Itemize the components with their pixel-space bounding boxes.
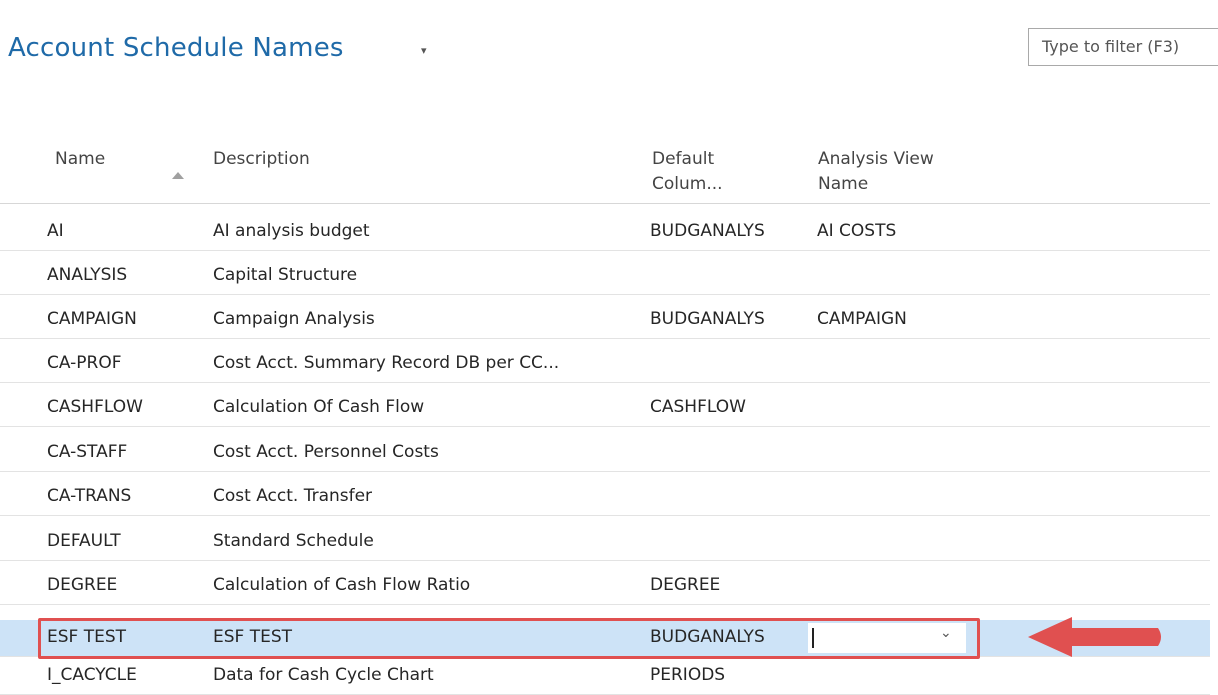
column-header-analysis-view-line1: Analysis View <box>818 149 934 169</box>
cell-description[interactable]: Calculation Of Cash Flow <box>213 397 633 417</box>
cell-default-column[interactable]: DEGREE <box>650 575 808 595</box>
cell-analysis-view[interactable]: AI COSTS <box>817 221 977 241</box>
cell-name[interactable]: ANALYSIS <box>47 265 197 285</box>
column-header-analysis-view-line2: Name <box>818 174 869 194</box>
title-dropdown-icon[interactable]: ▾ <box>421 44 427 57</box>
table-row[interactable]: CA-PROF Cost Acct. Summary Record DB per… <box>0 346 1210 383</box>
cell-default-column[interactable]: BUDGANALYS <box>650 309 808 329</box>
annotation-highlight-box <box>38 618 980 659</box>
table-row[interactable]: CA-TRANS Cost Acct. Transfer <box>0 479 1210 516</box>
filter-input[interactable]: Type to filter (F3) <box>1028 28 1218 66</box>
cell-description[interactable]: AI analysis budget <box>213 221 633 241</box>
cell-name[interactable]: CA-TRANS <box>47 486 197 506</box>
cell-name[interactable]: DEGREE <box>47 575 197 595</box>
cell-default-column[interactable]: BUDGANALYS <box>650 221 808 241</box>
column-header-default-column[interactable]: Default Colum... <box>652 147 723 197</box>
column-header-analysis-view-name[interactable]: Analysis View Name <box>818 147 934 197</box>
column-header-default-column-line1: Default <box>652 149 715 169</box>
cell-analysis-view[interactable]: CAMPAIGN <box>817 309 977 329</box>
cell-name[interactable]: CASHFLOW <box>47 397 197 417</box>
table-row[interactable]: CAMPAIGN Campaign Analysis BUDGANALYS CA… <box>0 302 1210 339</box>
cell-description[interactable]: Cost Acct. Transfer <box>213 486 633 506</box>
cell-description[interactable]: Capital Structure <box>213 265 633 285</box>
table-row[interactable]: AI AI analysis budget BUDGANALYS AI COST… <box>0 214 1210 251</box>
table-row[interactable]: CASHFLOW Calculation Of Cash Flow CASHFL… <box>0 390 1210 427</box>
cell-name[interactable]: AI <box>47 221 197 241</box>
cell-name[interactable]: CA-STAFF <box>47 442 197 462</box>
cell-description[interactable]: Campaign Analysis <box>213 309 633 329</box>
page-title: Account Schedule Names <box>8 33 344 63</box>
column-header-name[interactable]: Name <box>55 147 105 172</box>
cell-name[interactable]: DEFAULT <box>47 531 197 551</box>
header-divider <box>0 203 1210 204</box>
cell-name[interactable]: CA-PROF <box>47 353 197 373</box>
cell-name[interactable]: I_CACYCLE <box>47 665 197 685</box>
table-row[interactable]: ANALYSIS Capital Structure <box>0 258 1210 295</box>
column-header-description[interactable]: Description <box>213 147 310 172</box>
cell-description[interactable]: Standard Schedule <box>213 531 633 551</box>
table-row[interactable]: DEFAULT Standard Schedule <box>0 524 1210 561</box>
table-row[interactable]: I_CACYCLE Data for Cash Cycle Chart PERI… <box>0 658 1210 695</box>
cell-description[interactable]: Data for Cash Cycle Chart <box>213 665 633 685</box>
cell-description[interactable]: Cost Acct. Personnel Costs <box>213 442 633 462</box>
column-header-default-column-line2: Colum... <box>652 174 723 194</box>
cell-description[interactable]: Cost Acct. Summary Record DB per CC... <box>213 353 633 373</box>
cell-name[interactable]: CAMPAIGN <box>47 309 197 329</box>
table-row[interactable]: DEGREE Calculation of Cash Flow Ratio DE… <box>0 568 1210 605</box>
cell-default-column[interactable]: PERIODS <box>650 665 808 685</box>
sort-ascending-icon <box>172 172 184 179</box>
annotation-arrow-icon <box>1028 617 1161 657</box>
cell-default-column[interactable]: CASHFLOW <box>650 397 808 417</box>
table-row[interactable]: CA-STAFF Cost Acct. Personnel Costs <box>0 435 1210 472</box>
cell-description[interactable]: Calculation of Cash Flow Ratio <box>213 575 633 595</box>
